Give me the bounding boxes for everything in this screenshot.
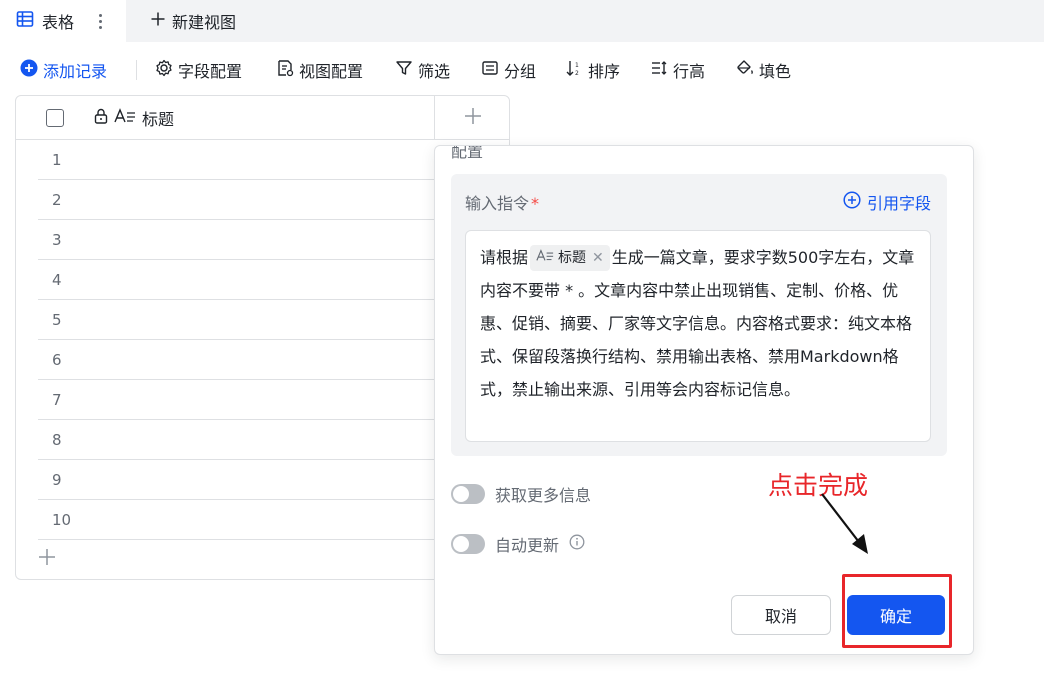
view-config-button[interactable]: 视图配置 [276, 52, 363, 88]
more-vertical-icon[interactable] [92, 10, 108, 32]
tab-table-label: 表格 [42, 13, 75, 32]
svg-text:2: 2 [575, 70, 579, 77]
new-view-label: 新建视图 [172, 13, 237, 32]
auto-update-label: 自动更新 [495, 536, 560, 555]
view-tab-bar: 表格 新建视图 [0, 0, 1044, 42]
required-mark: * [531, 194, 540, 213]
add-column-button[interactable] [434, 96, 509, 140]
row-number: 7 [52, 391, 62, 409]
toolbar-divider [136, 60, 137, 80]
select-all-checkbox[interactable] [46, 109, 64, 127]
add-record-button[interactable]: 添加记录 [20, 52, 107, 88]
more-info-toggle[interactable] [451, 484, 485, 504]
reference-field-button[interactable]: 引用字段 [843, 190, 931, 214]
panel-heading: 配置 [451, 145, 484, 161]
group-icon [481, 59, 499, 81]
instruction-input[interactable]: 请根据 标题 ✕ 生成一篇文章，要求字数500字左右，文章内容不要带 * 。文章内容中… [465, 230, 931, 442]
field-token-label: 标题 [558, 250, 587, 266]
cancel-button[interactable]: 取消 [731, 595, 831, 635]
annotation-arrow-icon [821, 493, 868, 554]
row-number: 1 [52, 151, 62, 169]
info-icon[interactable] [569, 534, 585, 554]
row-number: 3 [52, 231, 62, 249]
row-number: 9 [52, 471, 62, 489]
filter-icon [395, 59, 413, 81]
more-info-label: 获取更多信息 [495, 486, 592, 505]
plus-circle-icon [843, 191, 861, 213]
grid-header: 标题 [16, 96, 509, 140]
group-label: 分组 [504, 62, 537, 81]
group-button[interactable]: 分组 [481, 52, 536, 88]
row-height-label: 行高 [673, 62, 706, 81]
new-view-button[interactable]: 新建视图 [150, 0, 236, 42]
field-config-button[interactable]: 字段配置 [155, 52, 242, 88]
sort-label: 排序 [588, 62, 621, 81]
reference-field-label: 引用字段 [866, 194, 931, 213]
auto-update-toggle-row: 自动更新 [451, 530, 585, 558]
row-number: 10 [52, 511, 72, 529]
paint-bucket-icon [736, 59, 754, 81]
doc-settings-icon [276, 59, 294, 81]
field-config-label: 字段配置 [178, 62, 243, 81]
table-grid-icon [16, 10, 34, 32]
instruction-label-text: 输入指令 [465, 194, 530, 213]
title-column-label: 标题 [142, 110, 175, 129]
row-number: 2 [52, 191, 62, 209]
filter-label: 筛选 [418, 62, 451, 81]
view-config-label: 视图配置 [299, 62, 364, 81]
title-column-header[interactable]: 标题 [94, 96, 174, 140]
add-record-label: 添加记录 [43, 62, 108, 81]
instruction-label: 输入指令 * [465, 190, 539, 214]
text-field-icon [536, 245, 554, 271]
add-row-button[interactable] [36, 548, 58, 570]
fill-color-button[interactable]: 填色 [736, 52, 791, 88]
annotation-highlight-box [842, 574, 952, 648]
gear-icon [155, 59, 173, 81]
row-number: 8 [52, 431, 62, 449]
filter-button[interactable]: 筛选 [395, 52, 450, 88]
row-height-button[interactable]: 行高 [650, 52, 705, 88]
instruction-prefix: 请根据 [480, 248, 529, 267]
text-field-icon [114, 108, 136, 128]
plus-icon [150, 11, 166, 31]
sort-icon: 12 [565, 59, 583, 81]
close-icon[interactable]: ✕ [592, 245, 604, 271]
auto-update-toggle[interactable] [451, 534, 485, 554]
sort-button[interactable]: 12 排序 [565, 52, 620, 88]
svg-text:1: 1 [575, 62, 579, 69]
plus-circle-icon [20, 59, 38, 81]
plus-icon [464, 107, 482, 129]
row-number: 4 [52, 271, 62, 289]
lock-icon [94, 108, 108, 128]
row-number: 6 [52, 351, 62, 369]
more-info-toggle-row: 获取更多信息 [451, 480, 591, 508]
toolbar: 添加记录 字段配置 视图配置 筛选 分组 12 排序 行高 填色 [0, 52, 1044, 88]
field-token-chip[interactable]: 标题 ✕ [530, 245, 610, 271]
fill-color-label: 填色 [759, 62, 792, 81]
row-number: 5 [52, 311, 62, 329]
plus-icon [38, 548, 56, 570]
tab-table-view[interactable]: 表格 [0, 0, 126, 42]
row-height-icon [650, 59, 668, 81]
